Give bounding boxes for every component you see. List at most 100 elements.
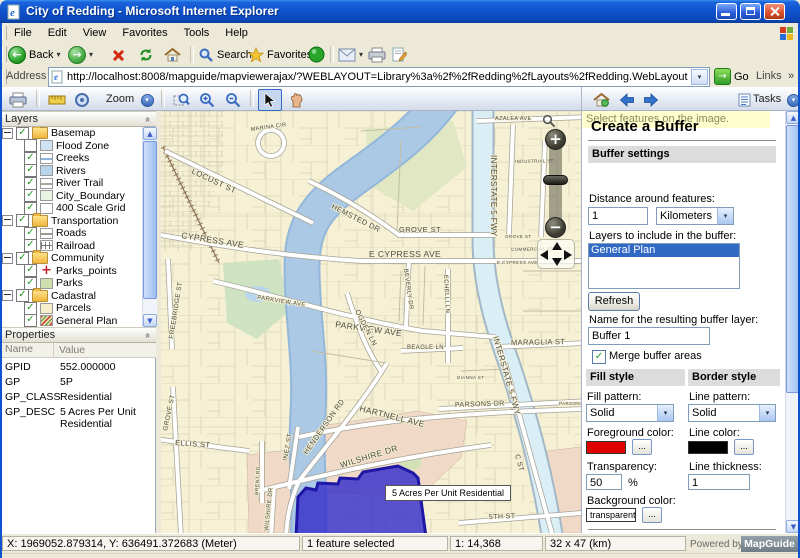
task-back-button[interactable]	[615, 89, 639, 111]
scroll-down-icon[interactable]: ▼	[143, 314, 157, 327]
stop-button[interactable]	[112, 44, 124, 65]
layer-checkbox[interactable]: ✓	[24, 152, 37, 165]
refresh-button[interactable]	[138, 44, 154, 65]
restore-button[interactable]	[740, 3, 761, 20]
buffer-name-input[interactable]: Buffer 1	[588, 327, 710, 345]
links-label[interactable]: Links	[756, 70, 782, 82]
layer-row[interactable]: ✓River Trail	[0, 177, 142, 190]
pan-right-icon[interactable]	[564, 250, 572, 260]
zoom-out-button[interactable]	[221, 89, 245, 111]
mail-dropdown-icon[interactable]: ▾	[359, 50, 363, 59]
chevron-down-icon[interactable]: ▾	[657, 405, 673, 421]
layers-scrollbar[interactable]: ▲ ▼	[142, 127, 157, 327]
layer-checkbox[interactable]: ✓	[16, 289, 29, 302]
zoom-in-slider-button[interactable]: +	[545, 129, 566, 150]
collapse-expander-icon[interactable]	[2, 253, 13, 264]
media-button[interactable]	[308, 44, 325, 65]
foreground-color-swatch[interactable]	[586, 441, 626, 454]
task-forward-button[interactable]	[639, 89, 663, 111]
home-button[interactable]	[164, 44, 181, 65]
layer-row[interactable]: ✓Creeks	[0, 152, 142, 165]
distance-unit-select[interactable]: Kilometers ▾	[656, 207, 734, 225]
transparency-input[interactable]: 50	[586, 474, 622, 490]
layer-row[interactable]: ✓Parks	[0, 277, 142, 290]
layer-checkbox[interactable]: ✓	[16, 252, 29, 265]
refresh-task-button[interactable]: Refresh	[588, 292, 640, 311]
back-dropdown-icon[interactable]: ▾	[56, 50, 60, 59]
menu-edit[interactable]: Edit	[40, 24, 75, 39]
map-search-icon[interactable]	[542, 114, 556, 128]
favorites-button[interactable]: Favorites	[248, 44, 312, 65]
tasks-label[interactable]: Tasks	[753, 93, 781, 105]
menu-tools[interactable]: Tools	[176, 24, 218, 39]
layer-checkbox[interactable]: ✓	[24, 302, 37, 315]
layer-row[interactable]: ✓Rivers	[0, 165, 142, 178]
layer-row[interactable]: ✓Parcels	[0, 302, 142, 315]
layer-row[interactable]: ✓+Parks_points	[0, 265, 142, 278]
zoom-in-button[interactable]	[195, 89, 219, 111]
layer-row[interactable]: Flood Zone	[0, 140, 142, 153]
select-tool-button[interactable]	[258, 89, 282, 111]
collapse-panel-icon[interactable]: »	[142, 332, 153, 338]
buffer-button[interactable]	[70, 89, 94, 111]
mail-button[interactable]: ▾	[338, 44, 363, 65]
thickness-input[interactable]: 1	[688, 474, 750, 490]
rebar-grip[interactable]	[2, 46, 7, 62]
map-viewport[interactable]: LOCUST STMARINA CIRCYPRESS AVEHEMSTED DR…	[161, 111, 581, 533]
address-dropdown-icon[interactable]: ▾	[691, 69, 708, 85]
layer-checkbox[interactable]: ✓	[24, 314, 37, 327]
line-color-picker-button[interactable]: ...	[734, 439, 754, 455]
search-button[interactable]: Search	[198, 44, 252, 65]
layer-row[interactable]: ✓General Plan	[0, 315, 142, 328]
measure-button[interactable]	[45, 89, 69, 111]
background-color-value[interactable]: transparent	[586, 508, 636, 522]
print-map-button[interactable]	[6, 89, 30, 111]
edit-button[interactable]	[392, 44, 407, 65]
title-bar[interactable]: e City of Redding - Microsoft Internet E…	[0, 0, 800, 23]
close-button[interactable]	[764, 3, 785, 20]
collapse-expander-icon[interactable]	[2, 128, 13, 139]
background-color-picker-button[interactable]: ...	[642, 507, 662, 523]
distance-input[interactable]: 1	[588, 207, 648, 225]
collapse-expander-icon[interactable]	[2, 290, 13, 301]
zoom-menu-label[interactable]: Zoom	[106, 93, 134, 105]
layer-row[interactable]: ✓Roads	[0, 227, 142, 240]
collapse-panel-icon[interactable]: »	[142, 116, 153, 122]
menu-help[interactable]: Help	[217, 24, 256, 39]
scrollbar-thumb[interactable]	[143, 141, 157, 299]
menu-file[interactable]: File	[6, 24, 40, 39]
address-input[interactable]: e http://localhost:8008/mapguide/mapview…	[48, 67, 710, 87]
layer-checkbox[interactable]: ✓	[16, 214, 29, 227]
task-home-button[interactable]	[589, 89, 613, 111]
menu-favorites[interactable]: Favorites	[114, 24, 175, 39]
layers-header[interactable]: Layers »	[0, 111, 156, 127]
layer-checkbox[interactable]: ✓	[24, 177, 37, 190]
pan-tool-button[interactable]	[285, 89, 309, 111]
layer-row[interactable]: ✓City_Boundary	[0, 190, 142, 203]
layer-row[interactable]: ✓400 Scale Grid	[0, 202, 142, 215]
chevron-down-icon[interactable]: ▾	[759, 405, 775, 421]
buffer-layers-listbox[interactable]: General Plan	[588, 243, 740, 289]
back-button[interactable]: ← Back ▾	[8, 44, 60, 65]
layer-checkbox[interactable]: ✓	[24, 189, 37, 202]
merge-checkbox[interactable]: ✓	[592, 350, 606, 364]
pan-up-icon[interactable]	[552, 242, 562, 250]
listbox-item[interactable]: General Plan	[589, 244, 739, 257]
pan-left-icon[interactable]	[540, 250, 548, 260]
zoom-menu-dropdown[interactable]: ▾	[138, 89, 156, 111]
scroll-up-icon[interactable]: ▲	[143, 127, 157, 140]
zoom-slider-handle[interactable]	[543, 175, 568, 185]
fill-pattern-select[interactable]: Solid ▾	[586, 404, 674, 422]
go-button[interactable]: → Go	[714, 68, 749, 85]
layer-checkbox[interactable]: ✓	[16, 127, 29, 140]
layer-checkbox[interactable]: ✓	[24, 164, 37, 177]
links-chevron-icon[interactable]: »	[788, 70, 794, 82]
layer-checkbox[interactable]	[24, 139, 37, 152]
minimize-button[interactable]	[716, 3, 737, 20]
layer-row[interactable]: ✓Basemap	[0, 127, 142, 140]
forward-button[interactable]: → ▾	[68, 44, 93, 65]
collapse-expander-icon[interactable]	[2, 215, 13, 226]
layer-checkbox[interactable]: ✓	[24, 227, 37, 240]
line-pattern-select[interactable]: Solid ▾	[688, 404, 776, 422]
pan-down-icon[interactable]	[552, 258, 562, 266]
